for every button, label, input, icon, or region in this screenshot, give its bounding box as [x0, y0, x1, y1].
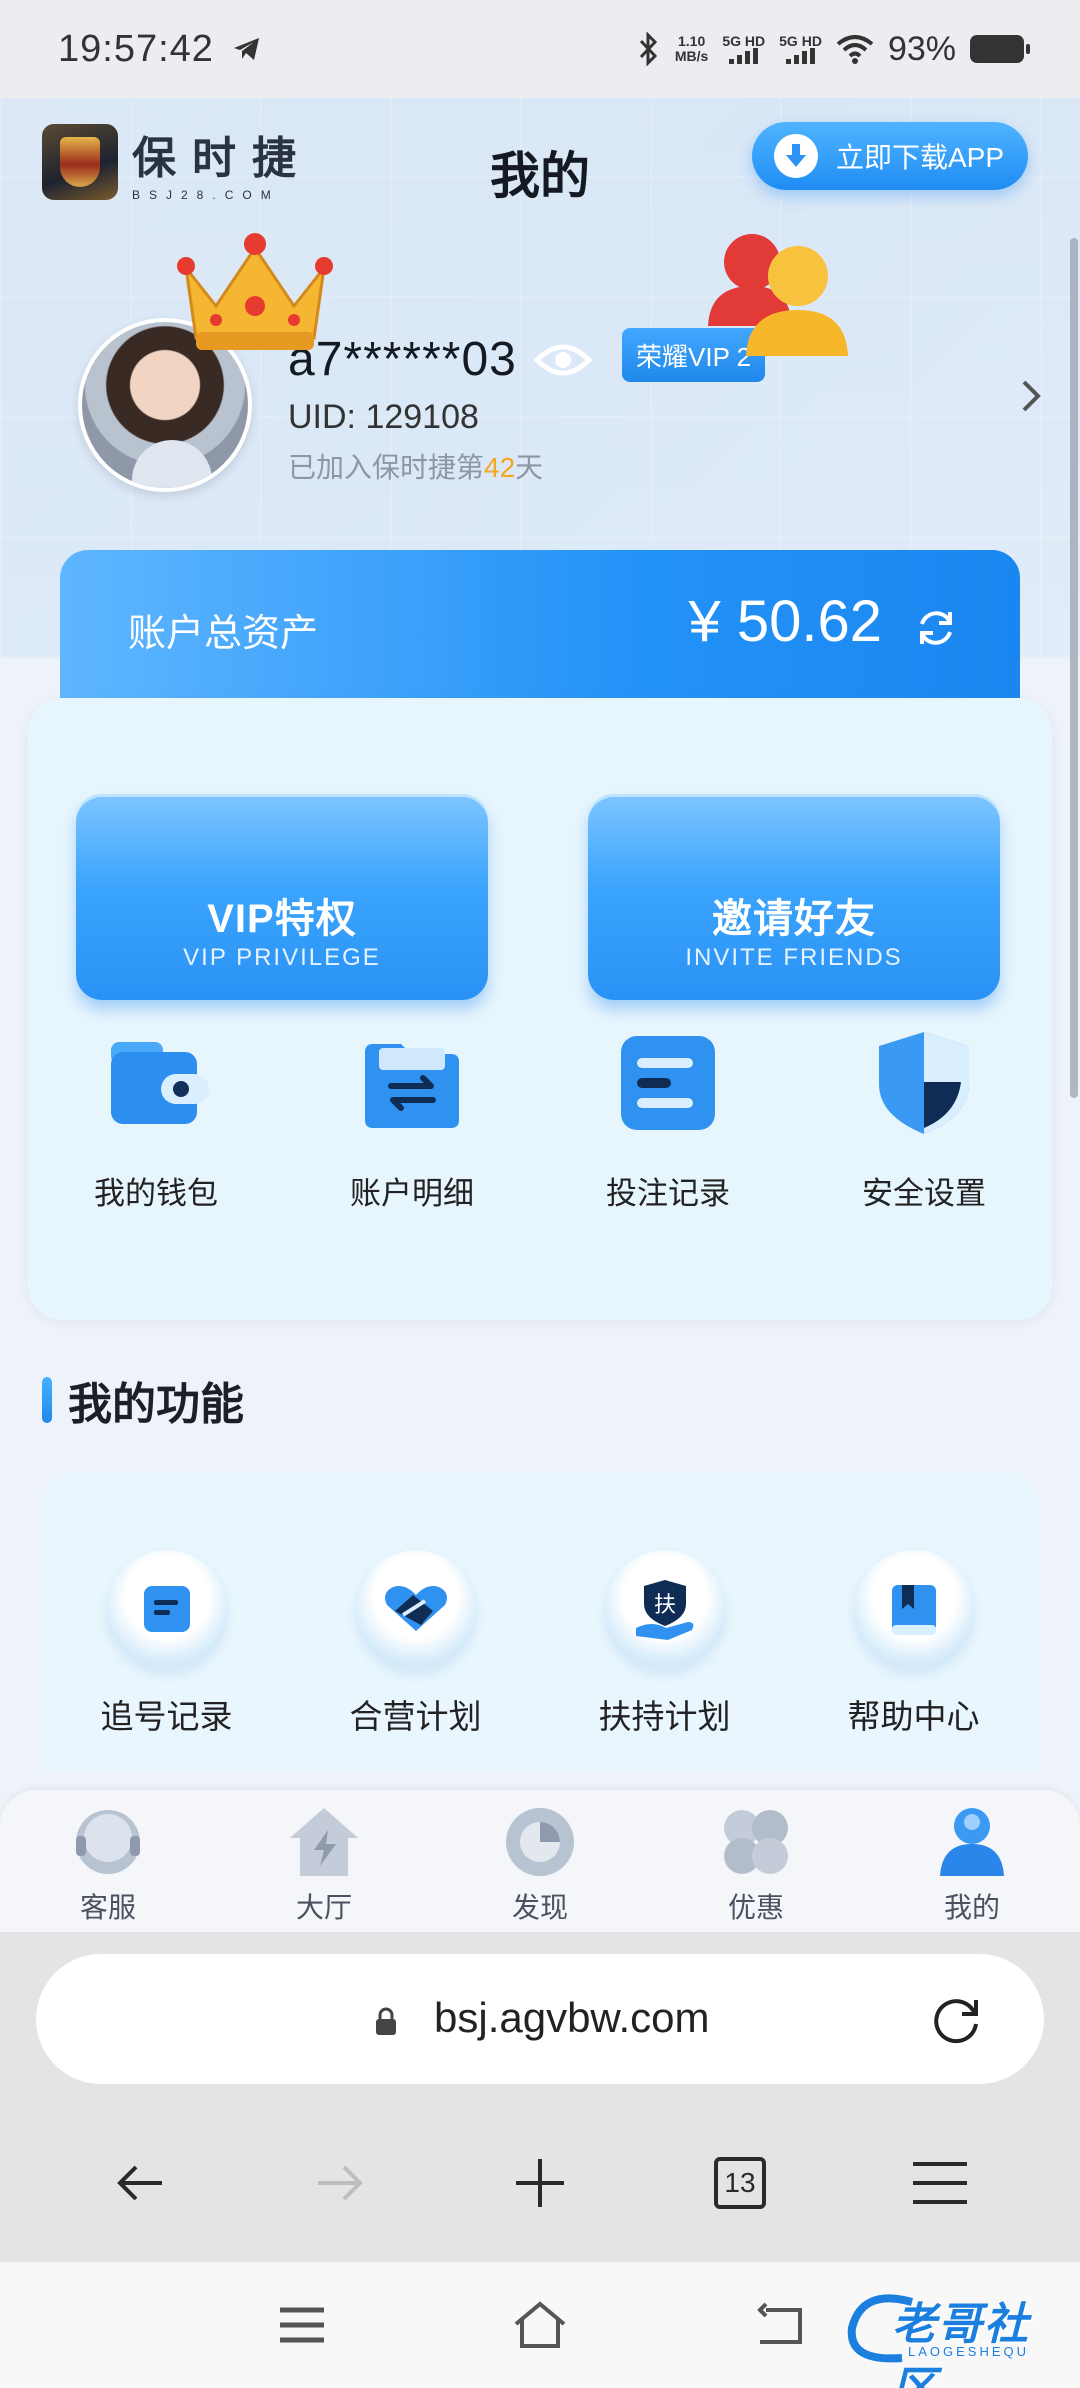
folder-transfer-icon: [365, 1044, 459, 1128]
support-glyph: 扶: [653, 1593, 675, 1618]
account-card: VIP特权 VIP PRIVILEGE 邀请好友 INVITE FRIENDS …: [28, 698, 1052, 1320]
chase-records-button[interactable]: 追号记录: [42, 1550, 291, 1738]
arrow-left-icon: [117, 2165, 162, 2201]
user-id: UID: 129108: [288, 398, 479, 436]
telegram-icon: [233, 38, 259, 60]
tab-count: 13: [714, 2157, 766, 2209]
home-icon: [290, 1808, 358, 1876]
shield-icon: [879, 1032, 969, 1134]
security-settings-button[interactable]: 安全设置: [796, 1028, 1052, 1248]
friends-icon: [708, 234, 848, 356]
my-functions-header: 我的功能: [42, 1368, 244, 1432]
wallet-icon: [111, 1042, 209, 1124]
crown-icon: [177, 233, 333, 350]
support-hand-icon: 扶: [635, 1580, 693, 1640]
total-assets-bar: 账户总资产 ¥ 50.62: [60, 550, 1020, 720]
user-icon: [940, 1808, 1004, 1876]
battery-icon: [970, 35, 1030, 63]
back-nav-icon[interactable]: [752, 2300, 808, 2350]
tab-promotions[interactable]: 优惠: [648, 1790, 864, 1932]
forward-button[interactable]: [295, 2138, 385, 2228]
book-icon: [891, 1585, 936, 1635]
support-plan-button[interactable]: 扶 扶持计划: [540, 1550, 789, 1738]
total-assets-value: ¥ 50.62: [688, 589, 882, 654]
tab-service[interactable]: 客服: [0, 1790, 216, 1932]
top-bar: 保时捷 BSJ28.COM 我的 立即下载APP: [0, 98, 1080, 228]
invite-friends-button[interactable]: 邀请好友 INVITE FRIENDS: [588, 794, 1000, 1000]
join-duration: 已加入保时捷第42天: [288, 452, 544, 483]
handshake-icon: [384, 1586, 447, 1631]
account-details-button[interactable]: 账户明细: [284, 1028, 540, 1248]
hamburger-icon: [913, 2162, 967, 2204]
section-accent-bar: [42, 1377, 52, 1423]
wifi-icon: [836, 35, 874, 64]
join-days: 42: [484, 452, 516, 483]
note-icon: [143, 1586, 190, 1632]
status-left: 19:57:42: [58, 28, 262, 71]
discover-icon: [506, 1808, 574, 1876]
service-icon: [76, 1810, 140, 1874]
partnership-plan-button[interactable]: 合营计划: [291, 1550, 540, 1738]
clover-icon: [724, 1810, 788, 1874]
status-right: 1.10 MB/s 5G HD 5G HD 93%: [637, 29, 1030, 69]
address-bar[interactable]: bsj.agvbw.com: [36, 1954, 1044, 2084]
eye-icon[interactable]: [534, 340, 592, 380]
download-label: 立即下载APP: [836, 142, 1005, 173]
home-nav-icon[interactable]: [512, 2300, 568, 2350]
lock-icon: [376, 2007, 396, 2035]
signal-bars-icon: [729, 48, 759, 64]
sim1-signal: 5G HD: [722, 34, 765, 64]
menu-button[interactable]: [895, 2138, 985, 2228]
browser-toolbar: bsj.agvbw.com 13: [0, 1932, 1080, 2262]
tab-lobby[interactable]: 大厅: [216, 1790, 432, 1932]
download-icon: [774, 134, 818, 178]
new-tab-button[interactable]: [495, 2138, 585, 2228]
functions-card: 追号记录 合营计划 扶 扶持计划 帮助中心: [42, 1472, 1038, 1772]
total-assets-label: 账户总资产: [128, 613, 319, 655]
scrollbar[interactable]: [1070, 238, 1078, 1098]
sim2-signal: 5G HD: [779, 34, 822, 64]
help-center-button[interactable]: 帮助中心: [789, 1550, 1038, 1738]
battery-percent: 93%: [887, 29, 956, 68]
bet-records-button[interactable]: 投注记录: [540, 1028, 796, 1248]
tabs-button[interactable]: 13: [695, 2138, 785, 2228]
recents-icon[interactable]: [274, 2300, 330, 2350]
arrow-right-icon: [318, 2165, 363, 2201]
tab-mine[interactable]: 我的: [864, 1790, 1080, 1932]
bottom-tab-bar: 客服 大厅 发现 优惠 我的: [0, 1790, 1080, 1932]
reload-icon[interactable]: [928, 1992, 984, 2048]
net-speed: 1.10 MB/s: [674, 33, 709, 64]
system-navigation-bar: 老哥社区 LAOGESHEQU: [0, 2262, 1080, 2388]
plus-icon: [516, 2159, 564, 2207]
bluetooth-icon: [639, 32, 657, 66]
download-app-button[interactable]: 立即下载APP: [752, 122, 1028, 190]
signal-bars-icon: [786, 48, 816, 64]
clock: 19:57:42: [58, 27, 214, 70]
status-bar: 19:57:42 1.10 MB/s 5G HD 5G HD 93%: [0, 0, 1080, 98]
url-text: bsj.agvbw.com: [434, 1994, 710, 2041]
web-page: 保时捷 BSJ28.COM 我的 立即下载APP a7******03 荣耀VI…: [0, 98, 1080, 1932]
browser-nav-row: 13: [0, 2128, 1080, 2238]
chevron-right-icon[interactable]: [1018, 376, 1046, 416]
section-title: 我的功能: [68, 1380, 244, 1429]
wallet-button[interactable]: 我的钱包: [28, 1028, 284, 1248]
refresh-icon[interactable]: [914, 606, 958, 650]
watermark-logo: 老哥社区 LAOGESHEQU: [842, 2284, 1068, 2388]
back-button[interactable]: [95, 2138, 185, 2228]
document-list-icon: [621, 1036, 715, 1130]
tab-discover[interactable]: 发现: [432, 1790, 648, 1932]
vip-privilege-button[interactable]: VIP特权 VIP PRIVILEGE: [76, 794, 488, 1000]
